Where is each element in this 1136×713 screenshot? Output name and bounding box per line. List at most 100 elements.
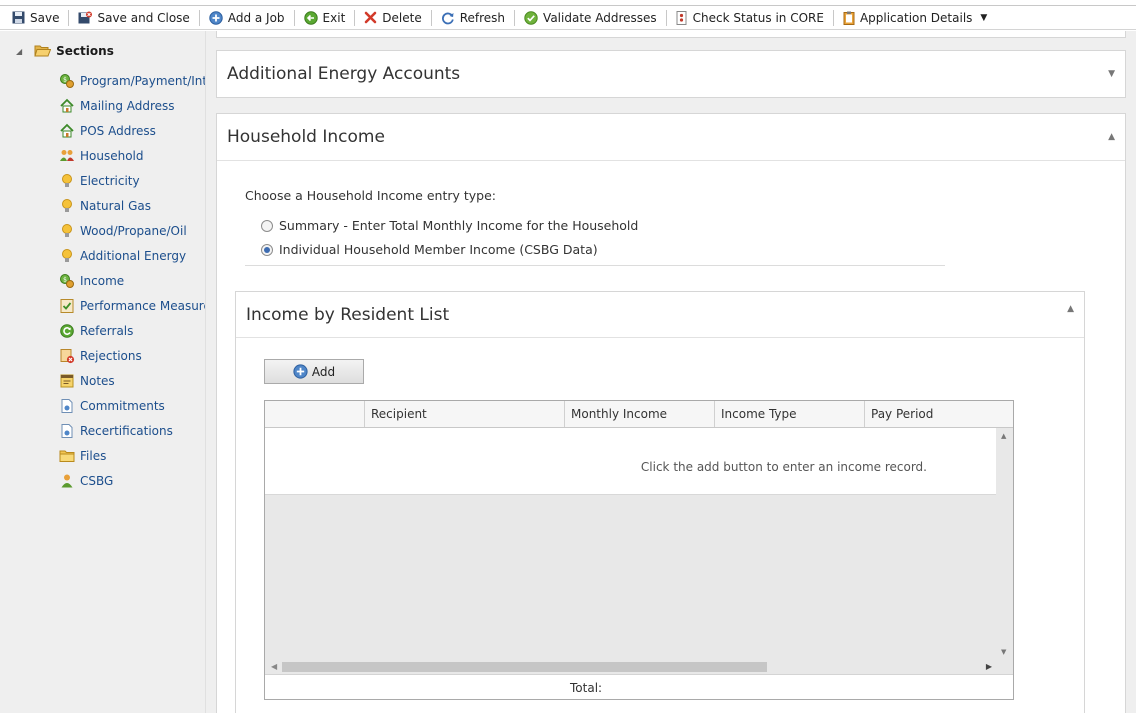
exit-arrow-icon <box>303 10 318 25</box>
col-actions[interactable] <box>265 401 365 427</box>
people-icon <box>60 149 74 161</box>
horizontal-scrollbar[interactable]: ◀ ▶ <box>265 660 996 674</box>
sidebar-item-program-payment[interactable]: $ Program/Payment/Int <box>59 68 205 93</box>
sidebar-item-referrals[interactable]: Referrals <box>59 318 205 343</box>
additional-energy-accounts-panel: Additional Energy Accounts ▼ <box>216 50 1126 98</box>
radio-summary-option[interactable]: Summary - Enter Total Monthly Income for… <box>261 218 638 233</box>
radio-individual-option[interactable]: Individual Household Member Income (CSBG… <box>261 242 598 257</box>
sidebar-item-label: Additional Energy <box>80 248 187 263</box>
sidebar-item-label: Household <box>80 148 144 163</box>
vertical-scrollbar[interactable]: ▲ ▼ <box>996 428 1013 660</box>
additional-energy-accounts-header[interactable]: Additional Energy Accounts ▼ <box>217 51 1125 97</box>
sidebar-item-mailing-address[interactable]: Mailing Address <box>59 93 205 118</box>
toolbar-separator <box>832 9 834 26</box>
save-label: Save <box>30 10 60 25</box>
radio-summary[interactable] <box>261 219 273 232</box>
folder-open-icon <box>34 45 52 57</box>
horizontal-scroll-thumb[interactable] <box>282 662 767 672</box>
lightbulb-icon <box>62 173 72 187</box>
sidebar-item-household[interactable]: Household <box>59 143 205 168</box>
scroll-left-arrow-icon[interactable]: ◀ <box>271 662 277 671</box>
refresh-button[interactable]: Refresh <box>435 7 511 29</box>
sidebar-item-additional-energy[interactable]: Additional Energy <box>59 243 205 268</box>
sidebar-item-natural-gas[interactable]: Natural Gas <box>59 193 205 218</box>
household-income-panel: Household Income ▲ Choose a Household In… <box>216 113 1126 713</box>
radio-summary-label: Summary - Enter Total Monthly Income for… <box>279 218 639 233</box>
sidebar-item-electricity[interactable]: Electricity <box>59 168 205 193</box>
save-button[interactable]: Save <box>6 7 65 29</box>
plus-circle-icon <box>293 364 308 379</box>
sidebar-item-csbg[interactable]: CSBG <box>59 468 205 493</box>
entry-type-label: Choose a Household Income entry type: <box>245 188 497 203</box>
sidebar-item-notes[interactable]: Notes <box>59 368 205 393</box>
reject-icon <box>60 348 75 363</box>
check-status-label: Check Status in CORE <box>692 10 824 25</box>
col-pay-period[interactable]: Pay Period <box>865 401 996 427</box>
add-a-job-button[interactable]: Add a Job <box>203 7 291 29</box>
save-and-close-button[interactable]: Save and Close <box>72 7 195 29</box>
scroll-right-arrow-icon[interactable]: ▶ <box>986 662 992 671</box>
sidebar-item-pos-address[interactable]: POS Address <box>59 118 205 143</box>
delete-button[interactable]: Delete <box>358 7 427 29</box>
household-income-body: Choose a Household Income entry type: Su… <box>217 160 1125 713</box>
lightbulb-icon <box>62 248 72 262</box>
sidebar-item-recertifications[interactable]: Recertifications <box>59 418 205 443</box>
sidebar-item-wood-propane-oil[interactable]: Wood/Propane/Oil <box>59 218 205 243</box>
toolbar: Save Save and Close Add a Job Exit Delet… <box>0 5 1136 30</box>
application-details-dropdown[interactable]: Application Details ▼ <box>837 7 993 29</box>
chevron-up-icon[interactable]: ▲ <box>1108 132 1115 142</box>
subpanel-title: Income by Resident List <box>246 304 450 325</box>
tree-expand-arrow-icon[interactable]: ◢ <box>16 47 22 56</box>
col-recipient[interactable]: Recipient <box>365 401 565 427</box>
exit-label: Exit <box>322 10 346 25</box>
toolbar-separator <box>665 9 667 26</box>
sidebar-item-label: Income <box>80 273 125 288</box>
note-icon <box>60 374 74 387</box>
red-x-icon <box>364 11 377 24</box>
grid-footer: Total: <box>265 674 1013 699</box>
sidebar-item-label: Files <box>80 448 107 463</box>
col-monthly-income[interactable]: Monthly Income <box>565 401 715 427</box>
income-grid: Recipient Monthly Income Income Type Pay… <box>264 400 1014 700</box>
chevron-up-icon[interactable]: ▲ <box>1067 304 1074 314</box>
sidebar-item-rejections[interactable]: Rejections <box>59 343 205 368</box>
document-icon <box>61 423 73 438</box>
clipboard-icon <box>843 11 855 25</box>
divider <box>245 265 945 266</box>
floppy-disk-icon <box>12 11 25 24</box>
delete-label: Delete <box>382 10 422 25</box>
panel-title: Household Income <box>227 127 385 147</box>
validate-addresses-button[interactable]: Validate Addresses <box>518 7 663 29</box>
check-status-button[interactable]: Check Status in CORE <box>670 7 830 29</box>
household-income-header[interactable]: Household Income ▲ <box>217 114 1125 160</box>
radio-individual[interactable] <box>261 243 273 256</box>
sidebar-item-label: Referrals <box>80 323 134 338</box>
sidebar: ◢ Sections $ Program/Payment/Int Mailing… <box>0 31 206 713</box>
sidebar-item-performance-measure[interactable]: Performance Measure <box>59 293 205 318</box>
sidebar-item-files[interactable]: Files <box>59 443 205 468</box>
refresh-label: Refresh <box>459 10 506 25</box>
toolbar-separator <box>198 9 200 26</box>
sidebar-item-commitments[interactable]: Commitments <box>59 393 205 418</box>
sidebar-item-label: Recertifications <box>80 423 173 438</box>
income-by-resident-header[interactable]: Income by Resident List ▲ <box>236 292 1084 338</box>
sidebar-item-label: CSBG <box>80 473 114 488</box>
chevron-down-icon[interactable]: ▼ <box>1108 69 1115 79</box>
sidebar-item-label: Rejections <box>80 348 142 363</box>
sidebar-item-label: Electricity <box>80 173 140 188</box>
add-income-button[interactable]: Add <box>264 359 364 384</box>
checklist-icon <box>60 298 74 313</box>
sections-list: $ Program/Payment/Int Mailing Address PO… <box>59 68 205 493</box>
sections-tree-root[interactable]: ◢ Sections <box>16 44 114 58</box>
scroll-up-arrow-icon[interactable]: ▲ <box>1001 432 1006 440</box>
col-income-type[interactable]: Income Type <box>715 401 865 427</box>
grid-header: Recipient Monthly Income Income Type Pay… <box>265 401 1013 428</box>
floppy-close-icon <box>78 11 93 23</box>
exit-button[interactable]: Exit <box>298 7 352 29</box>
application-details-label: Application Details <box>859 10 973 25</box>
sidebar-item-income[interactable]: $ Income <box>59 268 205 293</box>
money-gear-icon: $ <box>60 73 74 88</box>
radio-individual-label: Individual Household Member Income (CSBG… <box>279 242 598 257</box>
sidebar-item-label: Wood/Propane/Oil <box>80 223 187 238</box>
scroll-down-arrow-icon[interactable]: ▼ <box>1001 648 1006 656</box>
